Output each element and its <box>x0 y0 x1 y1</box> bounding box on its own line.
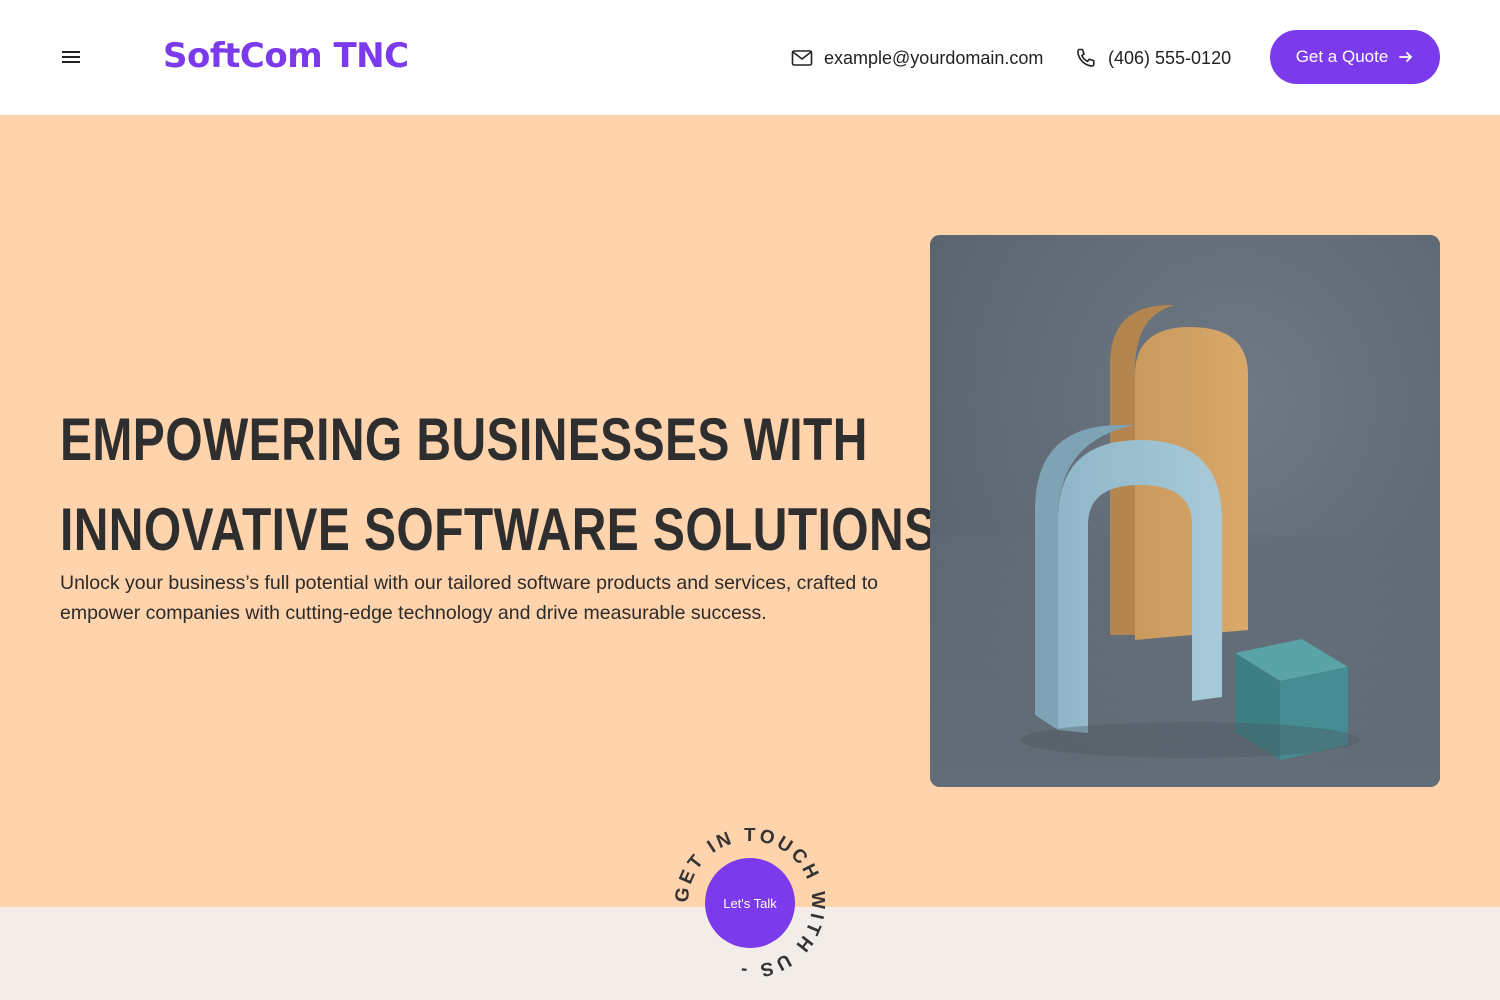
contact-email[interactable]: example@yourdomain.com <box>790 44 1043 72</box>
hamburger-icon[interactable] <box>60 47 84 67</box>
hero-subtitle: Unlock your business’s full potential wi… <box>60 572 878 624</box>
contact-phone[interactable]: (406) 555-0120 <box>1074 44 1231 72</box>
menu-bar <box>62 61 80 63</box>
hero-image <box>930 235 1440 787</box>
hero-title: EMPOWERING BUSINESSES WITH INNOVATIVE SO… <box>60 395 937 575</box>
mail-icon <box>791 50 813 66</box>
site-logo[interactable]: SoftCom TNC <box>163 36 409 76</box>
hero-section: EMPOWERING BUSINESSES WITH INNOVATIVE SO… <box>0 115 1500 907</box>
hero-title-line-1: EMPOWERING BUSINESSES WITH <box>60 406 868 473</box>
get-a-quote-button[interactable]: Get a Quote <box>1270 30 1440 84</box>
hero-title-line-2: INNOVATIVE SOFTWARE SOLUTIONS <box>60 496 937 563</box>
lets-talk-badge[interactable]: GET IN TOUCH WITH US - Let's Talk <box>675 828 825 978</box>
menu-bar <box>62 51 80 53</box>
quote-button-label: Get a Quote <box>1295 47 1389 66</box>
site-header: SoftCom TNC example@yourdomain.com (406)… <box>0 0 1500 115</box>
phone-icon <box>1077 48 1095 67</box>
hero-illustration <box>930 235 1440 787</box>
arrow-right-icon <box>1399 52 1413 62</box>
phone-link[interactable]: (406) 555-0120 <box>1108 48 1231 69</box>
email-link[interactable]: example@yourdomain.com <box>824 48 1043 69</box>
lets-talk-button[interactable]: Let's Talk <box>705 858 795 948</box>
menu-bar <box>62 56 80 58</box>
